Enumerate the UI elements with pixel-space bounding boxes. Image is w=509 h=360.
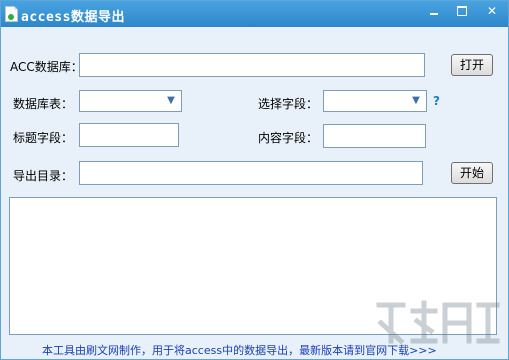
title-field-input[interactable] bbox=[79, 123, 179, 147]
content-field-input[interactable] bbox=[323, 124, 426, 148]
app-window: access数据导出 ✕ ACC数据库： 打开 数据库表： ▼ 选择字段： ▼ … bbox=[0, 0, 509, 360]
close-button[interactable]: ✕ bbox=[477, 1, 507, 21]
minimize-button[interactable] bbox=[421, 1, 447, 21]
select-field-select[interactable]: ▼ bbox=[323, 90, 427, 112]
database-table-label: 数据库表： bbox=[13, 97, 74, 111]
footer-link[interactable]: 本工具由刷文网制作，用于将access中的数据导出，最新版本请到官网下载>>> bbox=[42, 342, 437, 358]
maximize-icon bbox=[457, 5, 467, 16]
chevron-down-icon[interactable]: ▼ bbox=[409, 94, 423, 108]
open-button[interactable]: 打开 bbox=[451, 54, 493, 76]
help-icon[interactable]: ? bbox=[433, 94, 440, 108]
acc-database-label: ACC数据库： bbox=[10, 60, 83, 74]
minimize-icon bbox=[430, 12, 438, 15]
watermark-logo bbox=[376, 300, 500, 345]
close-icon: ✕ bbox=[486, 4, 498, 18]
export-directory-input[interactable] bbox=[79, 161, 423, 185]
title-bar[interactable]: access数据导出 ✕ bbox=[1, 1, 508, 27]
database-table-select[interactable]: ▼ bbox=[79, 90, 182, 112]
acc-database-input[interactable] bbox=[79, 53, 425, 77]
select-field-label: 选择字段： bbox=[258, 97, 319, 111]
start-button[interactable]: 开始 bbox=[451, 162, 493, 184]
chevron-down-icon[interactable]: ▼ bbox=[164, 94, 178, 108]
title-field-label: 标题字段： bbox=[13, 131, 74, 145]
content-field-label: 内容字段： bbox=[258, 131, 319, 145]
maximize-button[interactable] bbox=[449, 1, 475, 21]
document-icon bbox=[5, 6, 18, 22]
window-title: access数据导出 bbox=[21, 10, 125, 25]
export-directory-label: 导出目录： bbox=[13, 169, 74, 183]
